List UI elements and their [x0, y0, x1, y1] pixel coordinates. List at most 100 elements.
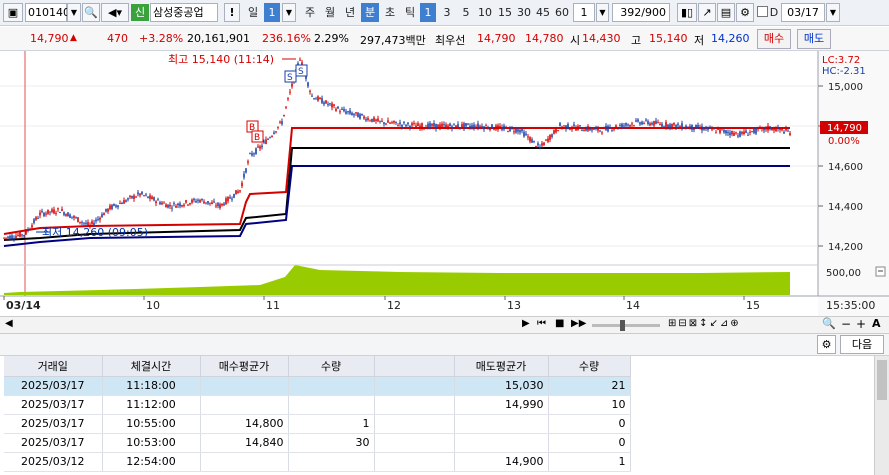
col-exec-time[interactable]: 체결시간 — [102, 356, 201, 377]
date-checkbox[interactable] — [757, 6, 768, 17]
font-size-icon[interactable]: A — [872, 317, 881, 330]
period-minute-tab[interactable]: 분 — [361, 3, 379, 22]
interval-1[interactable]: 1 — [420, 3, 436, 22]
interval-3[interactable]: 3 — [439, 3, 455, 22]
price-chart[interactable]: 최고 15,140 (11:14) 최저 14,260 (09:05) B B … — [0, 51, 889, 316]
candle-settings-icon[interactable]: ▮▯ — [677, 3, 697, 22]
candle-body — [765, 127, 767, 130]
candle-body — [177, 203, 179, 206]
draw-tool-icon[interactable]: ↗ — [698, 3, 716, 22]
scroll-left-icon[interactable]: ◀ — [5, 318, 13, 329]
period-second-tab[interactable]: 초 — [381, 3, 399, 22]
candle-body — [729, 132, 731, 136]
period-day-count[interactable]: 1 — [264, 3, 280, 22]
period-dropdown-icon[interactable]: ▼ — [282, 3, 296, 22]
period-month-tab[interactable]: 월 — [321, 3, 339, 22]
date-dropdown-icon[interactable]: ▼ — [826, 3, 840, 22]
period-tick-tab[interactable]: 틱 — [401, 3, 419, 22]
stock-name-field[interactable]: 삼성중공업 — [150, 3, 218, 22]
buy-button[interactable]: 매수 — [757, 29, 791, 49]
table-cell: 12:54:00 — [102, 452, 201, 472]
table-row[interactable]: 2025/03/17 10:53:00 14,840 30 0 — [4, 433, 631, 453]
candle-body — [505, 127, 507, 129]
candle-body — [275, 131, 277, 133]
candle-body — [345, 111, 347, 114]
col-sell-qty[interactable]: 수량 — [548, 356, 631, 377]
interval-45[interactable]: 45 — [534, 3, 552, 22]
stop-icon[interactable]: ■ — [555, 318, 564, 329]
count-field[interactable]: 392/900 — [612, 3, 670, 22]
price-bar: 14,790 ▲ 470 +3.28% 20,161,901 236.16% 2… — [0, 27, 889, 51]
next-button[interactable]: 다음 — [840, 335, 884, 354]
candle-body — [509, 126, 511, 132]
scroll-right-icon[interactable]: ▶ — [522, 318, 530, 329]
interval-30[interactable]: 30 — [515, 3, 533, 22]
col-trade-date[interactable]: 거래일 — [4, 356, 103, 377]
candle-body — [207, 201, 209, 204]
zoom-slider-handle[interactable] — [620, 320, 625, 331]
candle-body — [195, 201, 197, 203]
candle-body — [647, 121, 649, 124]
candle-body — [689, 126, 691, 129]
grid-vertical-scrollbar[interactable] — [874, 356, 889, 475]
table-row[interactable]: 2025/03/17 11:18:00 15,030 21 — [4, 376, 631, 396]
sell-button[interactable]: 매도 — [797, 29, 831, 49]
play-icon[interactable]: ▶▶ — [571, 318, 586, 329]
candle-body — [167, 204, 169, 208]
candle-body — [707, 126, 709, 130]
save-icon[interactable]: ▤ — [717, 3, 735, 22]
candle-body — [147, 196, 149, 198]
zoom-in-icon[interactable]: + — [856, 317, 866, 331]
interval-10[interactable]: 10 — [476, 3, 494, 22]
stock-code-input[interactable]: 010140 — [25, 3, 70, 22]
table-row[interactable]: 2025/03/12 12:54:00 14,900 1 — [4, 452, 631, 472]
alert-button[interactable]: ! — [224, 3, 240, 22]
table-row[interactable]: 2025/03/17 10:55:00 14,800 1 0 — [4, 414, 631, 434]
candle-body — [555, 128, 557, 133]
code-dropdown-icon[interactable]: ▼ — [67, 3, 81, 22]
candle-body — [725, 130, 727, 134]
period-year-tab[interactable]: 년 — [341, 3, 359, 22]
candle-body — [413, 123, 415, 125]
candle-body — [105, 208, 107, 212]
col-sell-avg[interactable]: 매도평균가 — [454, 356, 549, 377]
candle-body — [255, 148, 257, 154]
table-cell: 21 — [548, 376, 631, 396]
grid-settings-icon[interactable]: ⚙ — [817, 335, 836, 354]
interval-15[interactable]: 15 — [496, 3, 514, 22]
window-icon[interactable]: ▣ — [3, 3, 23, 22]
zoom-out-icon[interactable]: − — [841, 317, 851, 331]
table-row[interactable]: 2025/03/17 11:12:00 14,990 10 — [4, 395, 631, 415]
zoom-search-icon[interactable]: 🔍 — [822, 317, 836, 330]
drawing-tools-icon[interactable]: ⊞⊟⊠↕↙⊿⊕ — [668, 318, 741, 329]
search-icon[interactable]: 🔍 — [82, 3, 100, 22]
high-price: 15,140 — [649, 32, 688, 45]
period-day-tab[interactable]: 일 — [244, 3, 262, 22]
rewind-icon[interactable]: ⏮ — [537, 318, 546, 329]
col-buy-avg[interactable]: 매수평균가 — [200, 356, 289, 377]
candle-body — [573, 124, 575, 126]
candle-body — [211, 202, 213, 205]
chart-svg[interactable]: 최고 15,140 (11:14) 최저 14,260 (09:05) B B … — [0, 51, 889, 316]
scrollbar-thumb[interactable] — [877, 360, 887, 400]
interval-input[interactable]: 1 — [573, 3, 595, 22]
candle-body — [199, 200, 201, 203]
volume-ratio: 236.16% — [262, 32, 311, 45]
interval-5[interactable]: 5 — [458, 3, 474, 22]
candle-body — [387, 120, 389, 123]
candle-body — [435, 123, 437, 129]
candle-body — [409, 125, 411, 128]
candle-body — [607, 125, 609, 132]
interval-60[interactable]: 60 — [553, 3, 571, 22]
zoom-slider[interactable] — [592, 324, 660, 327]
interval-dropdown-icon[interactable]: ▼ — [596, 3, 609, 22]
candle-body — [21, 234, 23, 236]
gear-icon[interactable]: ⚙ — [736, 3, 754, 22]
sound-icon[interactable]: ◀▾ — [101, 3, 129, 22]
candle-body — [543, 142, 545, 146]
date-input[interactable]: 03/17 — [781, 3, 825, 22]
candle-body — [139, 193, 141, 196]
candle-body — [669, 124, 671, 128]
period-week-tab[interactable]: 주 — [301, 3, 319, 22]
col-buy-qty[interactable]: 수량 — [288, 356, 375, 377]
